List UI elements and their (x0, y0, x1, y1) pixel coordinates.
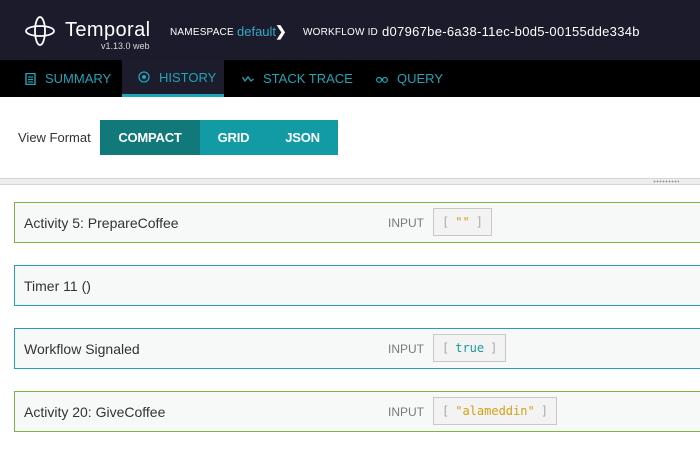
event-title: Activity 20: GiveCoffee (24, 404, 166, 420)
tab-summary-label: SUMMARY (45, 71, 112, 86)
event-row[interactable]: Workflow Signaled INPUT [ true ] (14, 328, 700, 369)
bracket-close: ] (475, 215, 483, 229)
workflow-id-label: WORKFLOW ID (303, 27, 378, 38)
chevron-right-icon: ❯ (275, 23, 287, 39)
document-icon (24, 72, 36, 85)
app-version: v1.13.0 web (101, 41, 150, 51)
event-row[interactable]: Activity 20: GiveCoffee INPUT [ "alamedd… (14, 391, 700, 432)
event-row[interactable]: Timer 11 () (14, 265, 700, 306)
drag-handle-icon[interactable] (653, 180, 679, 183)
input-value: [ "" ] (433, 208, 492, 236)
bracket-open: [ (442, 341, 450, 355)
trace-icon (242, 73, 254, 85)
tab-stack-trace[interactable]: STACK TRACE (226, 60, 369, 97)
bracket-open: [ (442, 215, 450, 229)
view-format-toggle: COMPACT GRID JSON (100, 120, 338, 155)
tab-query-label: QUERY (397, 71, 443, 86)
split-divider[interactable] (0, 178, 700, 185)
event-list: Activity 5: PrepareCoffee INPUT [ "" ] T… (0, 185, 700, 463)
bracket-open: [ (442, 404, 450, 418)
input-label: INPUT (388, 216, 424, 230)
event-title: Workflow Signaled (24, 341, 140, 357)
view-format-compact-button[interactable]: COMPACT (100, 120, 200, 155)
view-format-json-button[interactable]: JSON (267, 120, 338, 155)
event-row[interactable]: Activity 5: PrepareCoffee INPUT [ "" ] (14, 202, 700, 243)
tab-stack-trace-label: STACK TRACE (263, 71, 353, 86)
input-value: [ true ] (433, 334, 507, 362)
input-value: [ "alameddin" ] (433, 397, 557, 425)
event-title: Activity 5: PrepareCoffee (24, 215, 179, 231)
input-value-text: "alameddin" (455, 404, 535, 418)
bracket-close: ] (540, 404, 548, 418)
view-format-label: View Format (18, 130, 91, 145)
event-title: Timer 11 () (24, 278, 91, 294)
input-value-text: true (455, 341, 485, 355)
target-icon (138, 71, 150, 83)
tab-history-label: HISTORY (159, 69, 217, 85)
binoculars-icon (376, 73, 388, 85)
tab-query[interactable]: QUERY (360, 60, 459, 97)
app-title: Temporal (65, 19, 151, 41)
input-label: INPUT (388, 405, 424, 419)
namespace-label: NAMESPACE (170, 27, 234, 38)
tab-summary[interactable]: SUMMARY (8, 60, 127, 97)
bracket-close: ] (490, 341, 498, 355)
view-format-grid-button[interactable]: GRID (200, 120, 267, 155)
tab-history[interactable]: HISTORY (122, 60, 224, 97)
workflow-id-value: d07967be-6a38-11ec-b0d5-00155dde334b (382, 24, 640, 39)
top-bar: Temporal v1.13.0 web NAMESPACE default ❯… (0, 0, 700, 60)
input-label: INPUT (388, 342, 424, 356)
namespace-link[interactable]: default (237, 24, 276, 39)
temporal-logo-icon (25, 16, 55, 46)
tab-bar: SUMMARY HISTORY STACK TRACE QUERY (0, 60, 700, 97)
input-value-text: "" (455, 215, 470, 229)
